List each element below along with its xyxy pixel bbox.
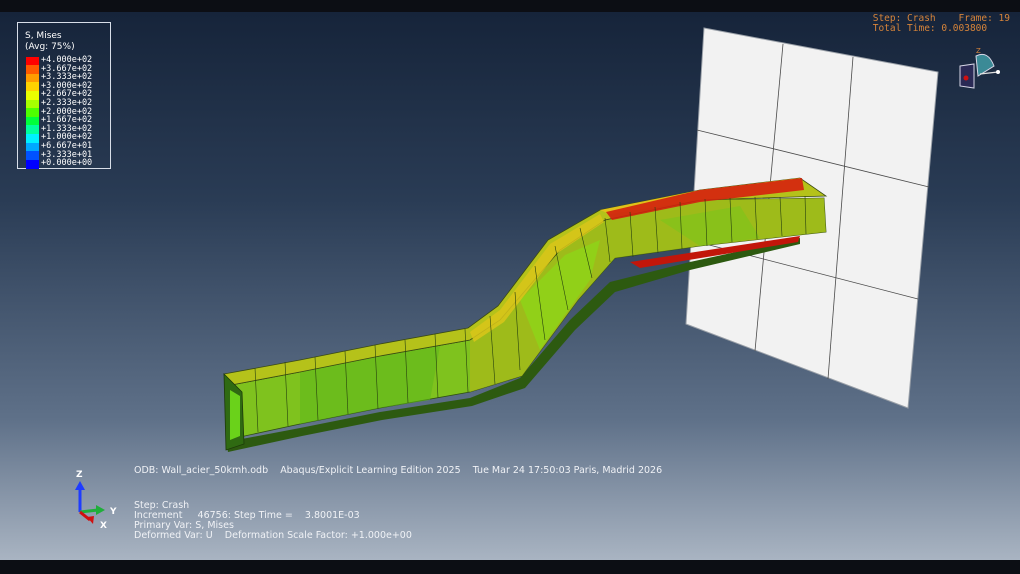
contour-legend[interactable]: S, Mises (Avg: 75%) +4.000e+02 +3.667e+02… [17, 22, 111, 169]
axis-z-label: Z [76, 470, 83, 480]
legend-subtitle: (Avg: 75%) [25, 42, 75, 52]
legend-title: S, Mises [25, 31, 62, 41]
odb-info-line: ODB: Wall_acier_50kmh.odb Abaqus/Explici… [134, 465, 663, 476]
frame-status: Step: Crash Frame: 19 Total Time: 0.0038… [873, 14, 1010, 34]
view-orientation-triad[interactable]: Z [952, 46, 1008, 96]
legend-swatch [26, 159, 39, 169]
legend-value: +0.000e+00 [41, 158, 93, 169]
axis-x-label: X [100, 521, 107, 530]
status-total-time: Total Time: 0.003800 [872, 23, 988, 34]
global-axis-triad: Z Y X [75, 470, 117, 530]
mini-triad-z-label: Z [976, 47, 981, 55]
deformed-var-line: Deformed Var: U Deformation Scale Factor… [134, 530, 412, 541]
axis-y-label: Y [109, 507, 117, 517]
viewport[interactable]: S, Mises (Avg: 75%) +4.000e+02 +3.667e+02… [0, 0, 1020, 574]
model-scene[interactable] [0, 0, 1020, 574]
